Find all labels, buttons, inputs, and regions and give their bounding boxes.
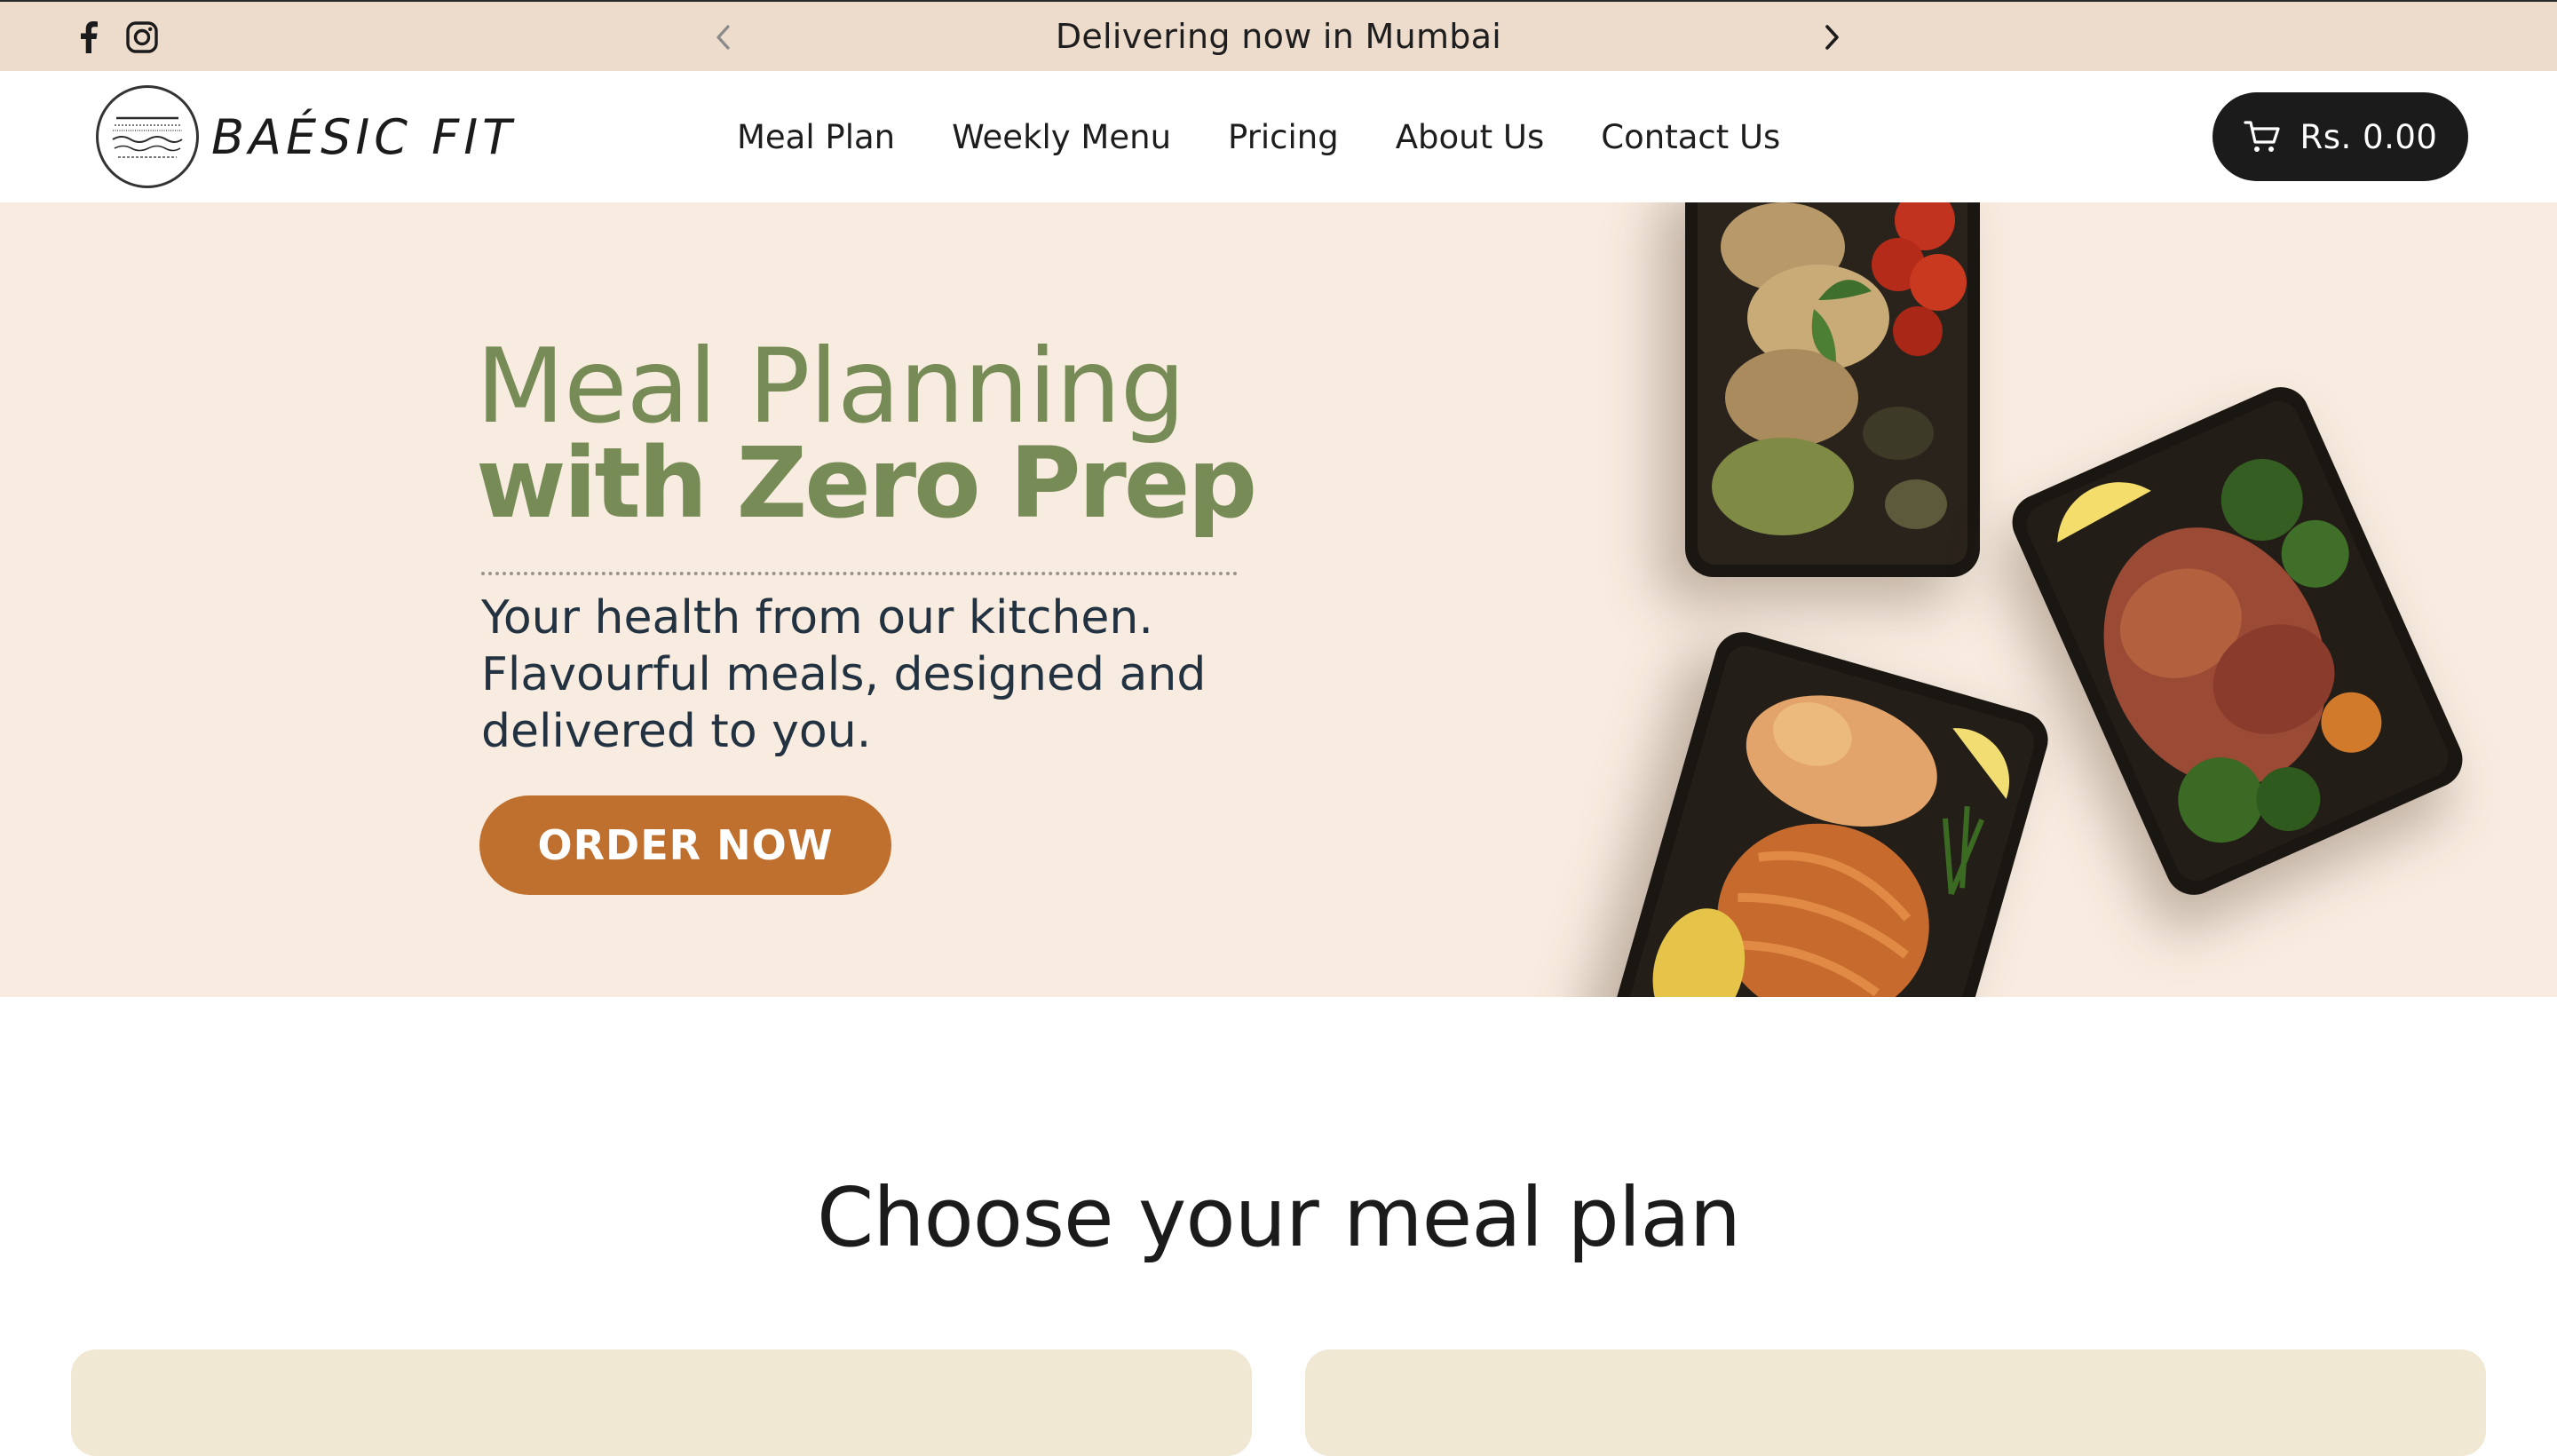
nav-item-weekly-menu[interactable]: Weekly Menu <box>952 118 1171 156</box>
meal-container-image <box>1685 202 1980 577</box>
announcement-text: Delivering now in Mumbai <box>1055 17 1502 56</box>
nav-item-meal-plan[interactable]: Meal Plan <box>737 118 895 156</box>
cart-icon <box>2243 121 2280 152</box>
site-header: BAÉSIC FIT Meal Plan Weekly Menu Pricing… <box>0 71 2557 202</box>
hero-section: Meal Planning with Zero Prep Your health… <box>0 202 2557 997</box>
hero-title-line2: with Zero Prep <box>476 426 1257 540</box>
hero-divider <box>481 572 1238 575</box>
hero-subtitle: Your health from our kitchen. Flavourful… <box>481 591 1207 758</box>
plan-card[interactable] <box>1305 1349 2486 1456</box>
order-now-button[interactable]: ORDER NOW <box>479 795 891 895</box>
main-nav: Meal Plan Weekly Menu Pricing About Us C… <box>737 71 1780 202</box>
meal-container-image <box>2003 377 2472 905</box>
cart-total: Rs. 0.00 <box>2300 117 2438 156</box>
instagram-link[interactable] <box>123 18 162 57</box>
logo-mark <box>96 85 199 188</box>
nav-item-pricing[interactable]: Pricing <box>1228 118 1339 156</box>
nav-item-about-us[interactable]: About Us <box>1396 118 1545 156</box>
meal-container-image <box>1595 625 2055 997</box>
chevron-left-icon <box>716 25 730 50</box>
section-title: Choose your meal plan <box>816 1170 1741 1265</box>
chevron-right-icon <box>1825 25 1839 50</box>
brand-name: BAÉSIC FIT <box>211 108 517 165</box>
cart-button[interactable]: Rs. 0.00 <box>2213 92 2468 181</box>
nav-item-contact-us[interactable]: Contact Us <box>1601 118 1780 156</box>
announcement-bar: Delivering now in Mumbai <box>0 0 2557 71</box>
facebook-icon <box>81 21 98 53</box>
instagram-icon <box>126 21 158 53</box>
facebook-link[interactable] <box>69 18 108 57</box>
brand-logo[interactable]: BAÉSIC FIT <box>96 83 516 190</box>
announcement-prev-button[interactable] <box>703 18 742 57</box>
plan-card[interactable] <box>71 1349 1252 1456</box>
announcement-next-button[interactable] <box>1813 18 1852 57</box>
